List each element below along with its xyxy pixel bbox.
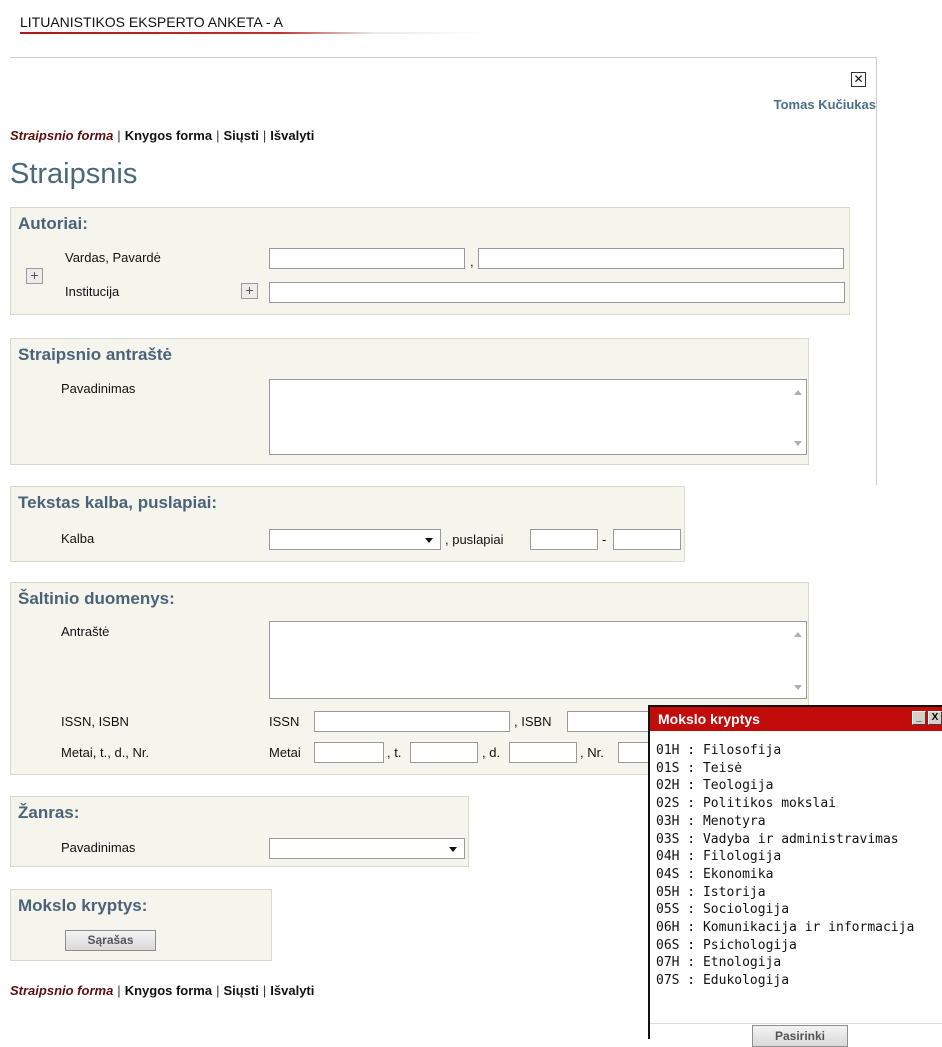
volume-prefix: , t.	[387, 745, 402, 760]
genre-section-title: Žanras:	[18, 803, 80, 822]
nav-article-form-link[interactable]: Straipsnio forma	[10, 128, 113, 143]
list-item[interactable]: 05H : Istorija	[656, 884, 914, 902]
list-item[interactable]: 05S : Sociologija	[656, 901, 914, 919]
genre-name-label: Pavadinimas	[61, 840, 136, 855]
author-name-label: Vardas, Pavardė	[65, 250, 161, 265]
year-volume-label: Metai, t., d., Nr.	[61, 745, 150, 760]
scroll-up-icon[interactable]	[794, 632, 802, 637]
language-select[interactable]	[269, 529, 441, 550]
list-item[interactable]: 02S : Politikos mokslai	[656, 795, 914, 813]
pages-label: , puslapiai	[445, 532, 504, 547]
page-to-input[interactable]	[613, 529, 681, 550]
list-item[interactable]: 07S : Edukologija	[656, 972, 914, 990]
language-label: Kalba	[61, 531, 95, 546]
list-item[interactable]: 01H : Filosofija	[656, 742, 914, 760]
source-section-title: Šaltinio duomenys:	[18, 589, 175, 608]
volume-input[interactable]	[410, 742, 478, 763]
nav-separator: |	[216, 128, 220, 143]
year-prefix: Metai	[269, 745, 301, 760]
nav-separator: |	[216, 983, 220, 998]
science-fields-list: 01H : Filosofija 01S : Teisė 02H : Teolo…	[656, 742, 914, 990]
list-item[interactable]: 01S : Teisė	[656, 760, 914, 778]
popup-divider	[650, 1023, 942, 1024]
nav-clear-link[interactable]: Išvalyti	[270, 128, 314, 143]
list-item[interactable]: 04S : Ekonomika	[656, 866, 914, 884]
nav-separator: |	[117, 128, 121, 143]
header-underline	[20, 32, 490, 34]
add-institution-button[interactable]: +	[241, 283, 258, 299]
bottom-nav: Straipsnio forma | Knygos forma | Siųsti | Išv…	[10, 983, 314, 998]
name-comma: ,	[470, 254, 474, 269]
issn-prefix: ISSN	[269, 714, 300, 729]
article-name-label: Pavadinimas	[61, 381, 136, 396]
nav-separator: |	[262, 983, 267, 998]
chevron-down-icon	[425, 538, 433, 543]
top-nav: Straipsnio forma | Knygos forma | Siųsti | Išv…	[10, 128, 314, 143]
nav-send-link[interactable]: Siųsti	[223, 128, 258, 143]
number-prefix: , Nr.	[580, 745, 604, 760]
page-range-dash: -	[602, 532, 607, 547]
scroll-down-icon[interactable]	[794, 441, 802, 446]
part-input[interactable]	[509, 742, 577, 763]
close-icon[interactable]: X	[928, 711, 942, 725]
institution-input[interactable]	[269, 282, 845, 303]
list-item[interactable]: 03S : Vadyba ir administravimas	[656, 831, 914, 849]
add-author-button[interactable]: +	[26, 268, 43, 284]
language-section: Tekstas kalba, puslapiai: Kalba , puslap…	[10, 486, 685, 562]
science-field-section: Mokslo kryptys: Sąrašas	[10, 889, 272, 961]
science-fields-popup: Mokslo kryptys _ X 01H : Filosofija 01S …	[648, 705, 942, 1047]
genre-select[interactable]	[269, 838, 465, 859]
list-item[interactable]: 04H : Filologija	[656, 848, 914, 866]
nav-article-form-link[interactable]: Straipsnio forma	[10, 983, 113, 998]
source-title-textarea[interactable]	[269, 621, 807, 699]
nav-send-link[interactable]: Siųsti	[223, 983, 258, 998]
nav-book-form-link[interactable]: Knygos forma	[125, 128, 212, 143]
institution-label: Institucija	[65, 284, 120, 299]
nav-separator: |	[262, 128, 267, 143]
textarea-scrollbar[interactable]	[790, 380, 806, 454]
list-item[interactable]: 06S : Psichologija	[656, 937, 914, 955]
page-header-title: LITUANISTIKOS EKSPERTO ANKETA - A	[20, 14, 283, 30]
issn-input[interactable]	[314, 711, 510, 732]
popup-title: Mokslo kryptys	[658, 711, 760, 727]
language-section-title: Tekstas kalba, puslapiai:	[18, 493, 218, 512]
user-name[interactable]: Tomas Kučiukas	[774, 97, 876, 112]
authors-section: Autoriai: Vardas, Pavardė , + Institucij…	[10, 207, 850, 315]
popup-title-bar[interactable]: Mokslo kryptys _ X	[650, 707, 942, 731]
list-item[interactable]: 07H : Etnologija	[656, 954, 914, 972]
scroll-down-icon[interactable]	[794, 685, 802, 690]
article-title-section-title: Straipsnio antraštė	[18, 345, 172, 364]
panel-border-top	[10, 57, 876, 58]
textarea-scrollbar[interactable]	[790, 622, 806, 698]
scroll-up-icon[interactable]	[794, 390, 802, 395]
genre-section: Žanras: Pavadinimas	[10, 796, 469, 867]
issn-isbn-label: ISSN, ISBN	[61, 714, 129, 729]
nav-separator: |	[117, 983, 121, 998]
list-button[interactable]: Sąrašas	[65, 930, 156, 951]
list-item[interactable]: 02H : Teologija	[656, 777, 914, 795]
year-input[interactable]	[314, 742, 384, 763]
nav-book-form-link[interactable]: Knygos forma	[125, 983, 212, 998]
author-last-name-input[interactable]	[478, 248, 844, 269]
authors-section-title: Autoriai:	[18, 214, 88, 233]
page-from-input[interactable]	[530, 529, 598, 550]
close-icon[interactable]: ✕	[851, 72, 866, 87]
nav-clear-link[interactable]: Išvalyti	[270, 983, 314, 998]
page-title: Straipsnis	[10, 158, 138, 190]
panel-border-right	[876, 57, 877, 485]
article-title-section: Straipsnio antraštė Pavadinimas	[10, 338, 809, 465]
article-name-textarea[interactable]	[269, 379, 807, 455]
isbn-prefix: , ISBN	[514, 714, 552, 729]
part-prefix: , d.	[482, 745, 501, 760]
select-button[interactable]: Pasirinki	[752, 1025, 848, 1047]
minimize-icon[interactable]: _	[912, 711, 926, 725]
list-item[interactable]: 06H : Komunikacija ir informacija	[656, 919, 914, 937]
list-item[interactable]: 03H : Menotyra	[656, 813, 914, 831]
author-first-name-input[interactable]	[269, 248, 465, 269]
chevron-down-icon	[449, 847, 457, 852]
science-field-section-title: Mokslo kryptys:	[18, 896, 148, 915]
source-title-label: Antraštė	[61, 624, 110, 639]
